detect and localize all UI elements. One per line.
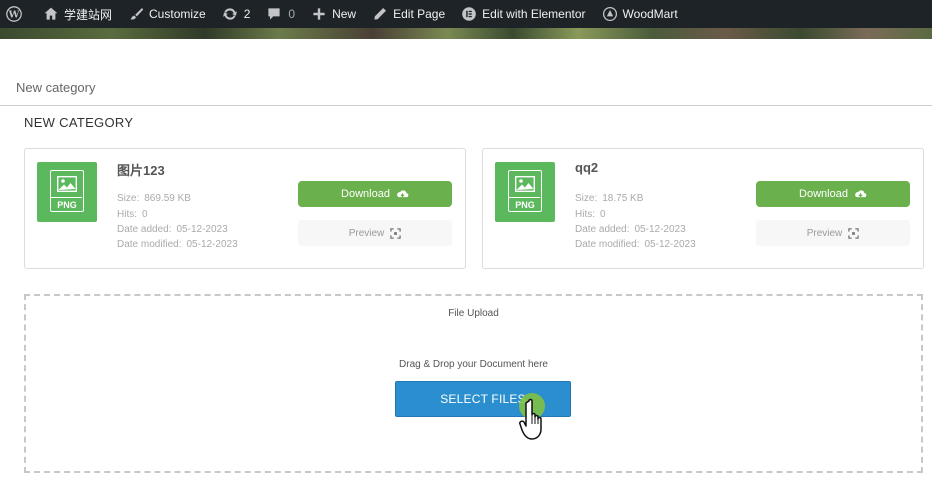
svg-text:W: W: [8, 10, 20, 21]
file-date-added: Date added: 05-12-2023: [575, 224, 686, 235]
cloud-download-icon: [397, 189, 409, 197]
new-label: New: [332, 7, 357, 21]
file-card: PNG qq2 Size: 18.75 KB Hits: 0 Date added:…: [482, 148, 924, 269]
file-hits: Hits: 0: [117, 209, 148, 220]
updates-count: 2: [243, 7, 251, 21]
elementor-icon: [461, 6, 477, 22]
download-button[interactable]: Download: [756, 181, 910, 207]
wordpress-icon: W: [6, 6, 22, 22]
comments-link[interactable]: 0: [258, 0, 303, 28]
file-size: Size: 869.59 KB: [117, 193, 191, 204]
file-name: qq2: [575, 160, 599, 175]
updates-link[interactable]: 2: [214, 0, 259, 28]
woodmart-icon: [602, 6, 618, 22]
edit-page-link[interactable]: Edit Page: [364, 0, 453, 28]
header-image-strip: [0, 28, 932, 39]
comment-icon: [266, 6, 282, 22]
home-icon: [43, 6, 59, 22]
wordpress-menu[interactable]: W: [0, 0, 35, 28]
file-name: 图片123: [117, 163, 165, 178]
updates-icon: [222, 6, 238, 22]
file-upload-dropzone[interactable]: File Upload Drag & Drop your Document he…: [24, 294, 923, 473]
expand-icon: [390, 227, 402, 239]
file-date-modified: Date modified: 05-12-2023: [575, 239, 696, 250]
file-extension: PNG: [57, 200, 77, 210]
download-label: Download: [799, 188, 848, 200]
expand-icon: [848, 227, 860, 239]
new-content-link[interactable]: New: [303, 0, 364, 28]
cloud-download-icon: [855, 189, 867, 197]
customize-label: Customize: [149, 7, 206, 21]
select-files-label: SELECT FILES: [440, 392, 526, 406]
brush-icon: [128, 6, 144, 22]
file-size: Size: 18.75 KB: [575, 193, 644, 204]
file-extension: PNG: [515, 200, 535, 210]
woodmart-label: WoodMart: [622, 7, 678, 21]
preview-button[interactable]: Preview: [298, 220, 452, 246]
preview-label: Preview: [348, 227, 385, 239]
hand-cursor-icon: [519, 398, 542, 440]
file-type-thumbnail: PNG: [37, 162, 97, 222]
category-heading: NEW CATEGORY: [24, 115, 134, 130]
admin-bar: W 学建站网 Customize 2 0 New Edit Page Edit …: [0, 0, 932, 28]
edit-elementor-label: Edit with Elementor: [482, 7, 586, 21]
file-type-thumbnail: PNG: [495, 162, 555, 222]
customize-link[interactable]: Customize: [120, 0, 214, 28]
woodmart-link[interactable]: WoodMart: [594, 0, 686, 28]
preview-button[interactable]: Preview: [756, 220, 910, 246]
file-card: PNG 图片123 Size: 869.59 KB Hits: 0 Date add…: [24, 148, 466, 269]
plus-icon: [311, 6, 327, 22]
file-date-modified: Date modified: 05-12-2023: [117, 239, 238, 250]
comments-count: 0: [288, 7, 296, 21]
preview-label: Preview: [806, 227, 843, 239]
edit-with-elementor-link[interactable]: Edit with Elementor: [453, 0, 593, 28]
upload-title: File Upload: [448, 308, 499, 319]
site-name-label: 学建站网: [64, 7, 113, 22]
page-title: New category: [16, 80, 96, 95]
download-label: Download: [341, 188, 390, 200]
file-date-added: Date added: 05-12-2023: [117, 224, 228, 235]
site-name-link[interactable]: 学建站网: [35, 0, 120, 28]
download-button[interactable]: Download: [298, 181, 452, 207]
pencil-icon: [372, 6, 388, 22]
title-divider: [0, 105, 932, 106]
edit-page-label: Edit Page: [393, 7, 446, 21]
file-hits: Hits: 0: [575, 209, 606, 220]
upload-hint: Drag & Drop your Document here: [399, 359, 548, 370]
